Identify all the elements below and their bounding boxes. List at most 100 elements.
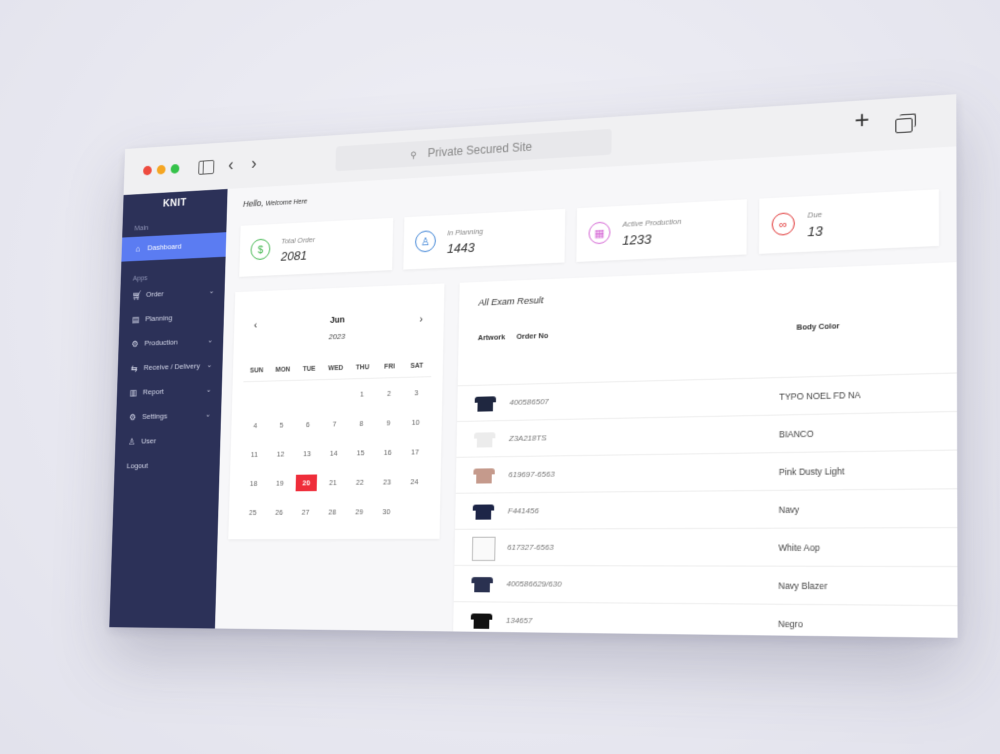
chevron-down-icon: ⌄ (205, 411, 211, 419)
address-bar[interactable]: ⚲ Private Secured Site (335, 128, 612, 172)
calendar-day[interactable]: 17 (401, 447, 429, 456)
calendar-day[interactable]: 24 (401, 477, 429, 486)
calendar-day[interactable]: 16 (374, 447, 401, 456)
sidebar-toggle-icon[interactable] (198, 159, 215, 175)
sidebar: KNIT Main ⌂ Dashboard Apps 🛒︎ Order ⌄ ▤ … (109, 188, 228, 629)
tshirt-icon (476, 432, 493, 448)
column-header-artwork: Artwork (477, 332, 506, 343)
calendar-day[interactable] (243, 396, 269, 397)
sidebar-item-production[interactable]: ⚙ Production ⌄ (118, 329, 223, 357)
calendar-day[interactable]: 2 (375, 388, 402, 398)
calendar-day[interactable]: 29 (346, 507, 373, 516)
stat-card-active-production[interactable]: ▦ Active Production 1233 (576, 199, 747, 262)
calendar-day[interactable]: 15 (347, 448, 374, 457)
maximize-window-button[interactable] (170, 163, 180, 174)
calendar-day[interactable]: 21 (320, 478, 347, 487)
calendar-day[interactable]: 3 (403, 388, 431, 398)
table-row[interactable]: F441456 Navy (455, 488, 958, 530)
weekday-label: MON (275, 366, 291, 374)
calendar-day[interactable]: 1 (348, 389, 375, 398)
sidebar-item-logout[interactable]: Logout (114, 453, 220, 479)
sidebar-item-user[interactable]: ♙ User (115, 428, 221, 455)
column-header-order-no: Order No (516, 330, 549, 341)
clipboard-icon: ▤ (131, 314, 140, 325)
sweatshirt-icon (474, 577, 491, 593)
body-color: White Aop (778, 542, 820, 553)
calendar-day[interactable]: 28 (319, 507, 346, 516)
tabs-overview-icon[interactable] (895, 117, 913, 134)
welcome-label: Welcome Here (265, 198, 308, 208)
calendar-week-row: 25 26 27 28 29 30 (239, 496, 429, 527)
sidebar-item-dashboard[interactable]: ⌂ Dashboard (121, 232, 227, 262)
calendar-day[interactable]: 18 (240, 478, 266, 488)
calendar-day[interactable]: 11 (241, 449, 267, 459)
stat-card-total-order[interactable]: $ Total Order 2081 (239, 217, 394, 277)
calendar-year: 2023 (328, 331, 346, 342)
calendar-week-row: 1 2 3 (243, 377, 432, 411)
calendar-day[interactable]: 14 (320, 448, 347, 457)
sidebar-item-report[interactable]: ▥ Report ⌄ (117, 378, 223, 405)
weekday-label: THU (355, 363, 370, 371)
table-row[interactable]: 134657 Negro (453, 601, 958, 638)
minimize-window-button[interactable] (156, 164, 166, 175)
calendar-day[interactable]: 10 (402, 417, 430, 426)
calendar-day[interactable] (269, 395, 295, 396)
calendar-day[interactable]: 23 (373, 477, 400, 486)
sidebar-item-settings[interactable]: ⚙ Settings ⌄ (116, 403, 222, 430)
stat-label: Due (807, 209, 823, 220)
new-tab-icon[interactable]: + (854, 106, 869, 135)
close-window-button[interactable] (142, 165, 152, 176)
calendar-week-row: 11 12 13 14 15 16 17 (241, 436, 430, 468)
calendar-day[interactable]: 27 (292, 507, 319, 516)
calendar-day[interactable]: 13 (294, 449, 321, 458)
table-row[interactable]: 619697-6563 Pink Dusty Light (455, 449, 958, 494)
back-arrow-icon[interactable]: ‹ (228, 155, 234, 174)
user-icon: ♙ (128, 436, 136, 447)
body-color: Navy Blazer (778, 580, 828, 592)
tshirt-icon (473, 613, 490, 629)
address-text: Private Secured Site (427, 139, 533, 160)
calendar-day[interactable] (295, 395, 321, 396)
calendar-day[interactable]: 4 (242, 421, 268, 430)
brand-logo: KNIT (162, 196, 187, 210)
calendar-day[interactable]: 9 (375, 418, 402, 427)
calendar-day[interactable]: 25 (240, 508, 266, 517)
calendar-week-row: 4 5 6 7 8 9 10 (242, 407, 431, 440)
weekday-label: WED (328, 364, 344, 372)
sidebar-item-label: Dashboard (147, 241, 182, 253)
body-color: Navy (778, 504, 800, 516)
stat-card-in-planning[interactable]: ♙ In Planning 1443 (403, 208, 566, 270)
stat-card-due[interactable]: ∞ Due 13 (759, 189, 939, 254)
sidebar-item-label: Settings (141, 411, 168, 421)
calendar-day[interactable]: 22 (346, 477, 373, 486)
calendar-day[interactable]: 30 (373, 507, 400, 516)
weekday-label: FRI (384, 362, 395, 371)
column-header-body-color: Body Color (796, 321, 840, 332)
home-icon: ⌂ (135, 244, 141, 254)
table-row[interactable]: 400586629/630 Navy Blazer (453, 564, 958, 607)
table-row[interactable]: 617327-6563 White Aop (454, 527, 958, 568)
order-number: 400586629/630 (506, 579, 562, 589)
calendar-day[interactable]: 8 (348, 418, 375, 428)
chevron-down-icon: ⌄ (208, 288, 215, 296)
body-color: TYPO NOEL FD NA (779, 389, 861, 403)
sweatshirt-icon (476, 468, 492, 484)
calendar-day-selected[interactable]: 20 (295, 473, 318, 491)
order-number: 400586507 (509, 397, 549, 407)
calendar-day[interactable] (322, 394, 349, 395)
main-content: Hello, Welcome Here $ Total Order 2081 ♙… (214, 146, 958, 638)
calendar-day[interactable]: 5 (268, 420, 295, 429)
calendar-day[interactable]: 26 (266, 507, 293, 516)
broken-image-icon (471, 536, 496, 561)
order-number: 617327-6563 (507, 542, 554, 552)
calendar-day[interactable]: 12 (267, 449, 294, 458)
calendar-day[interactable]: 7 (321, 419, 348, 428)
sidebar-item-planning[interactable]: ▤ Planning (119, 304, 224, 332)
calendar-day[interactable]: 19 (267, 478, 294, 487)
forward-arrow-icon[interactable]: › (251, 153, 257, 172)
calendar-day[interactable]: 6 (294, 419, 321, 429)
artwork-thumbnail (474, 428, 496, 450)
sidebar-item-label: User (141, 436, 157, 446)
order-number: 619697-6563 (508, 469, 555, 480)
sidebar-item-receive-delivery[interactable]: ⇆ Receive / Delivery ⌄ (117, 353, 222, 381)
